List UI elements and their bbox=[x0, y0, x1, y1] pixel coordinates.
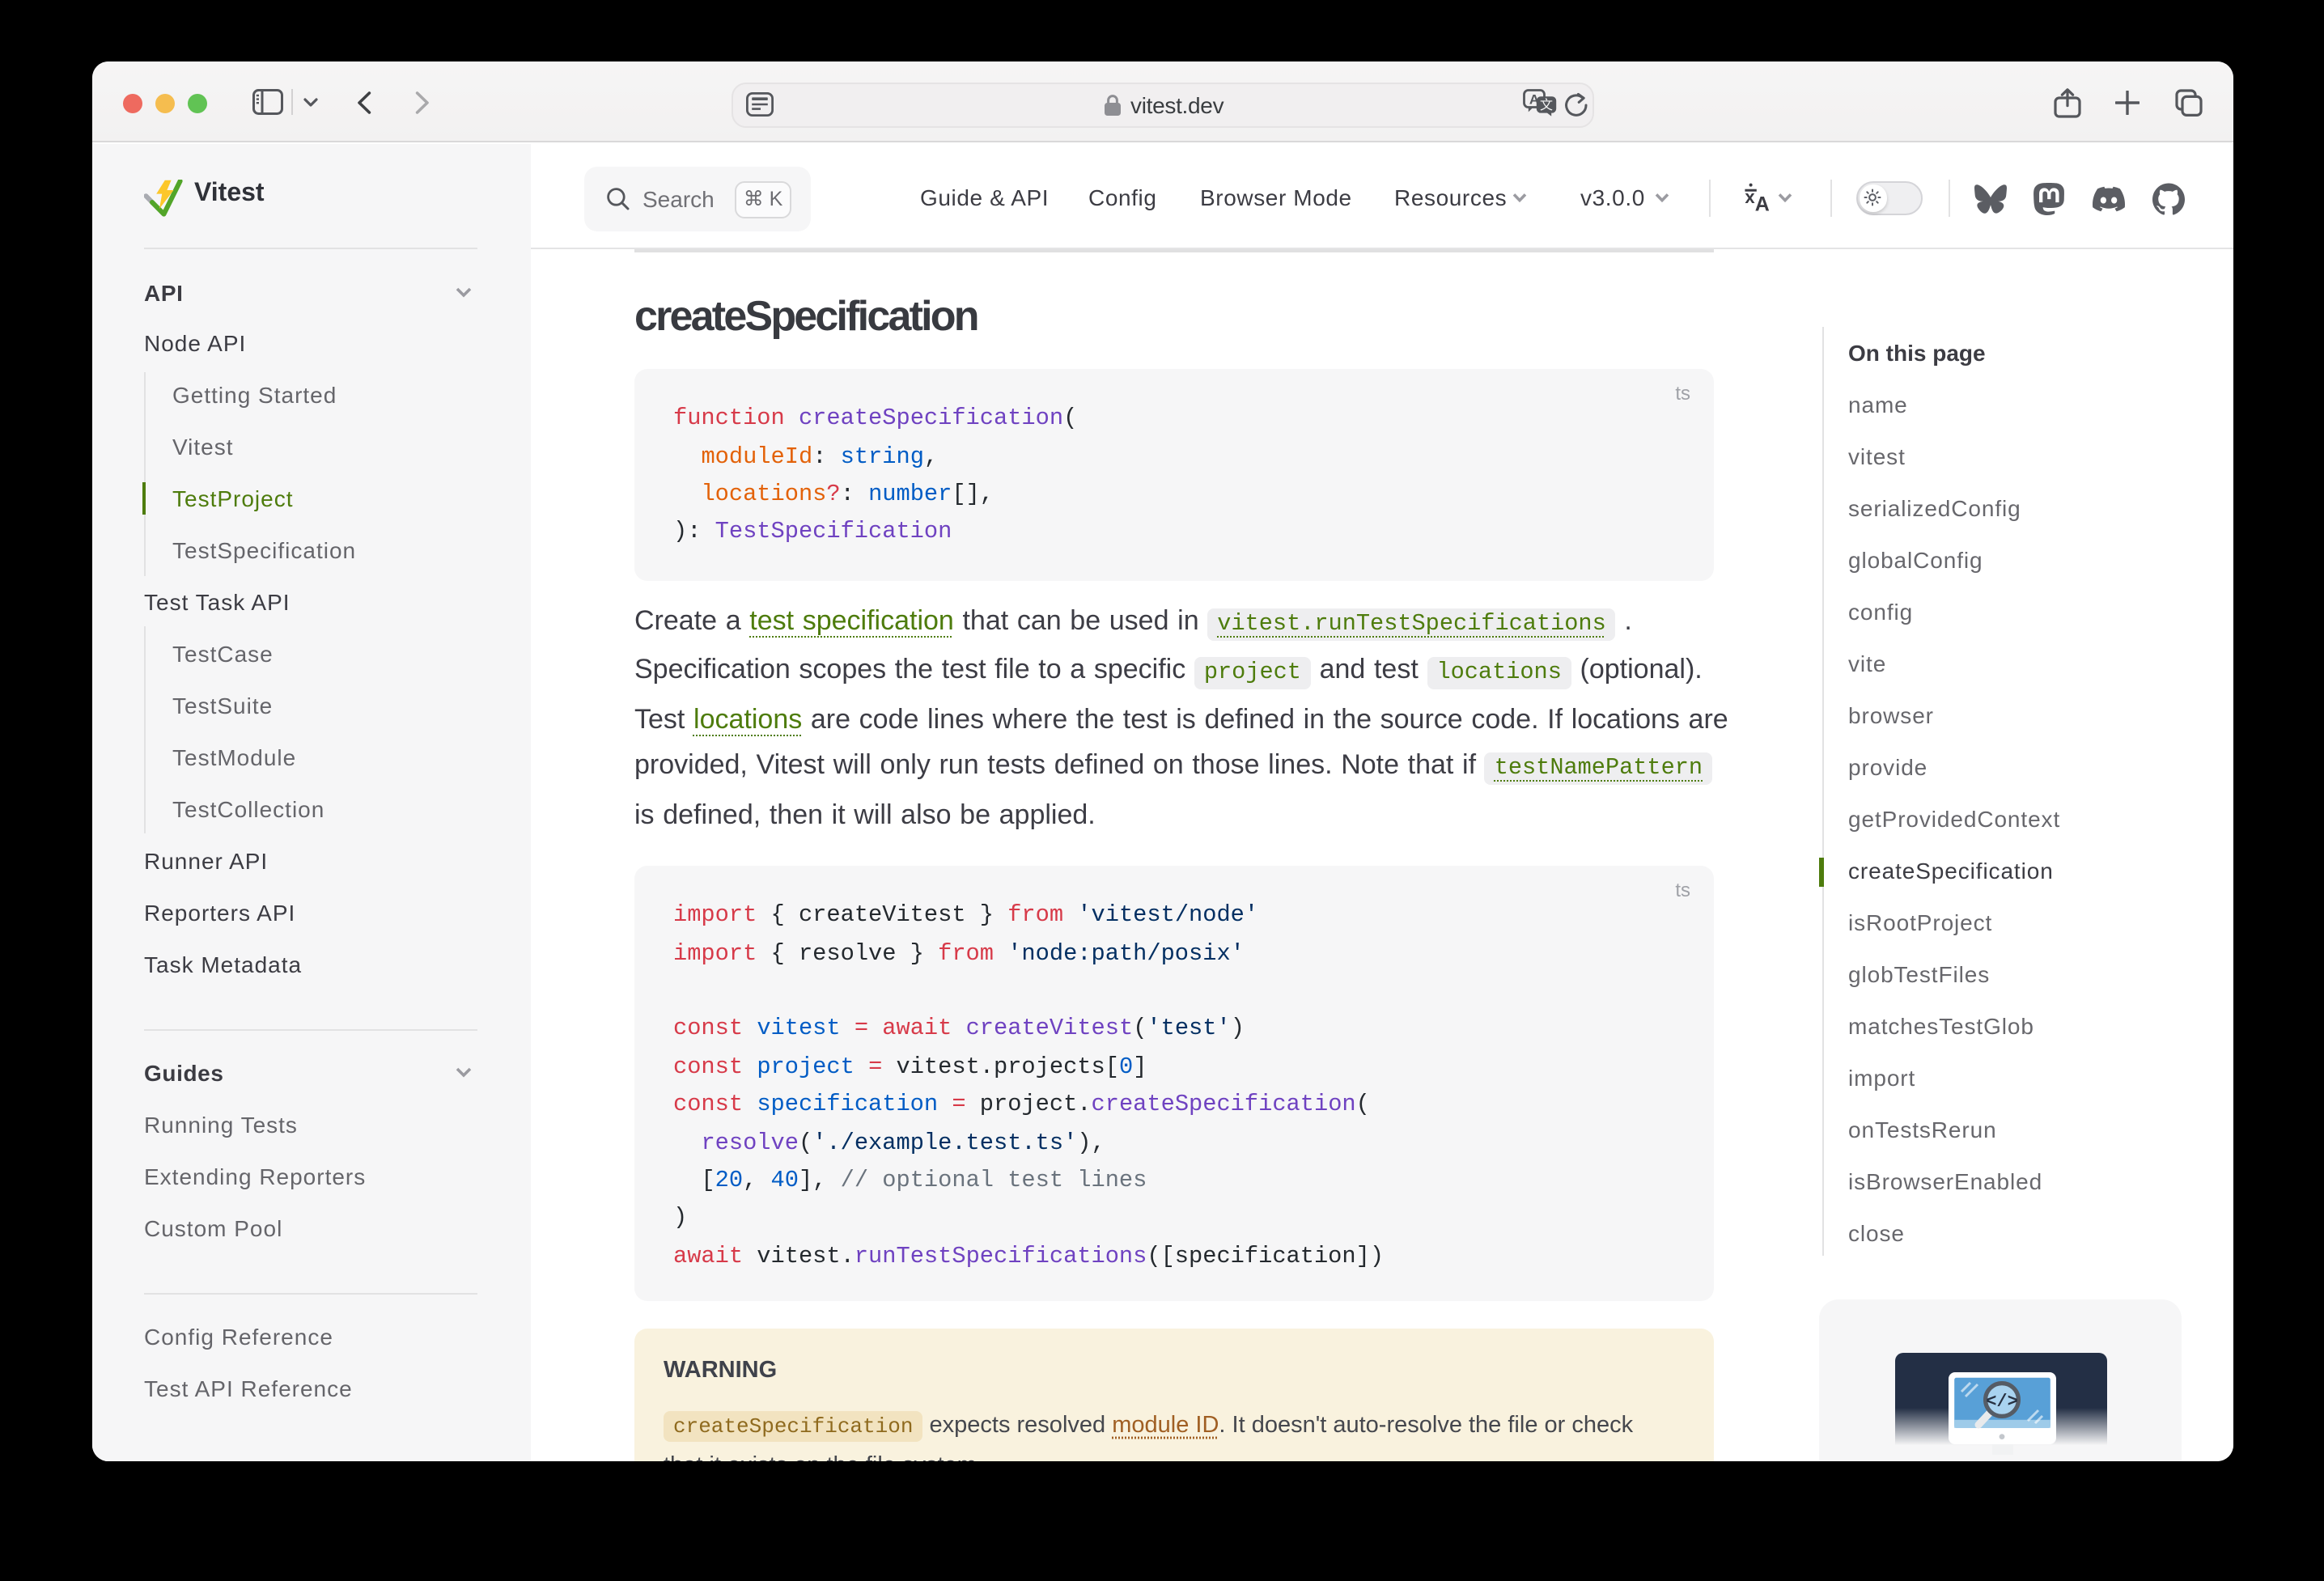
svg-text:A: A bbox=[1754, 193, 1769, 215]
svg-text:</>: </> bbox=[1985, 1391, 2017, 1411]
svg-text:文: 文 bbox=[1539, 98, 1552, 112]
